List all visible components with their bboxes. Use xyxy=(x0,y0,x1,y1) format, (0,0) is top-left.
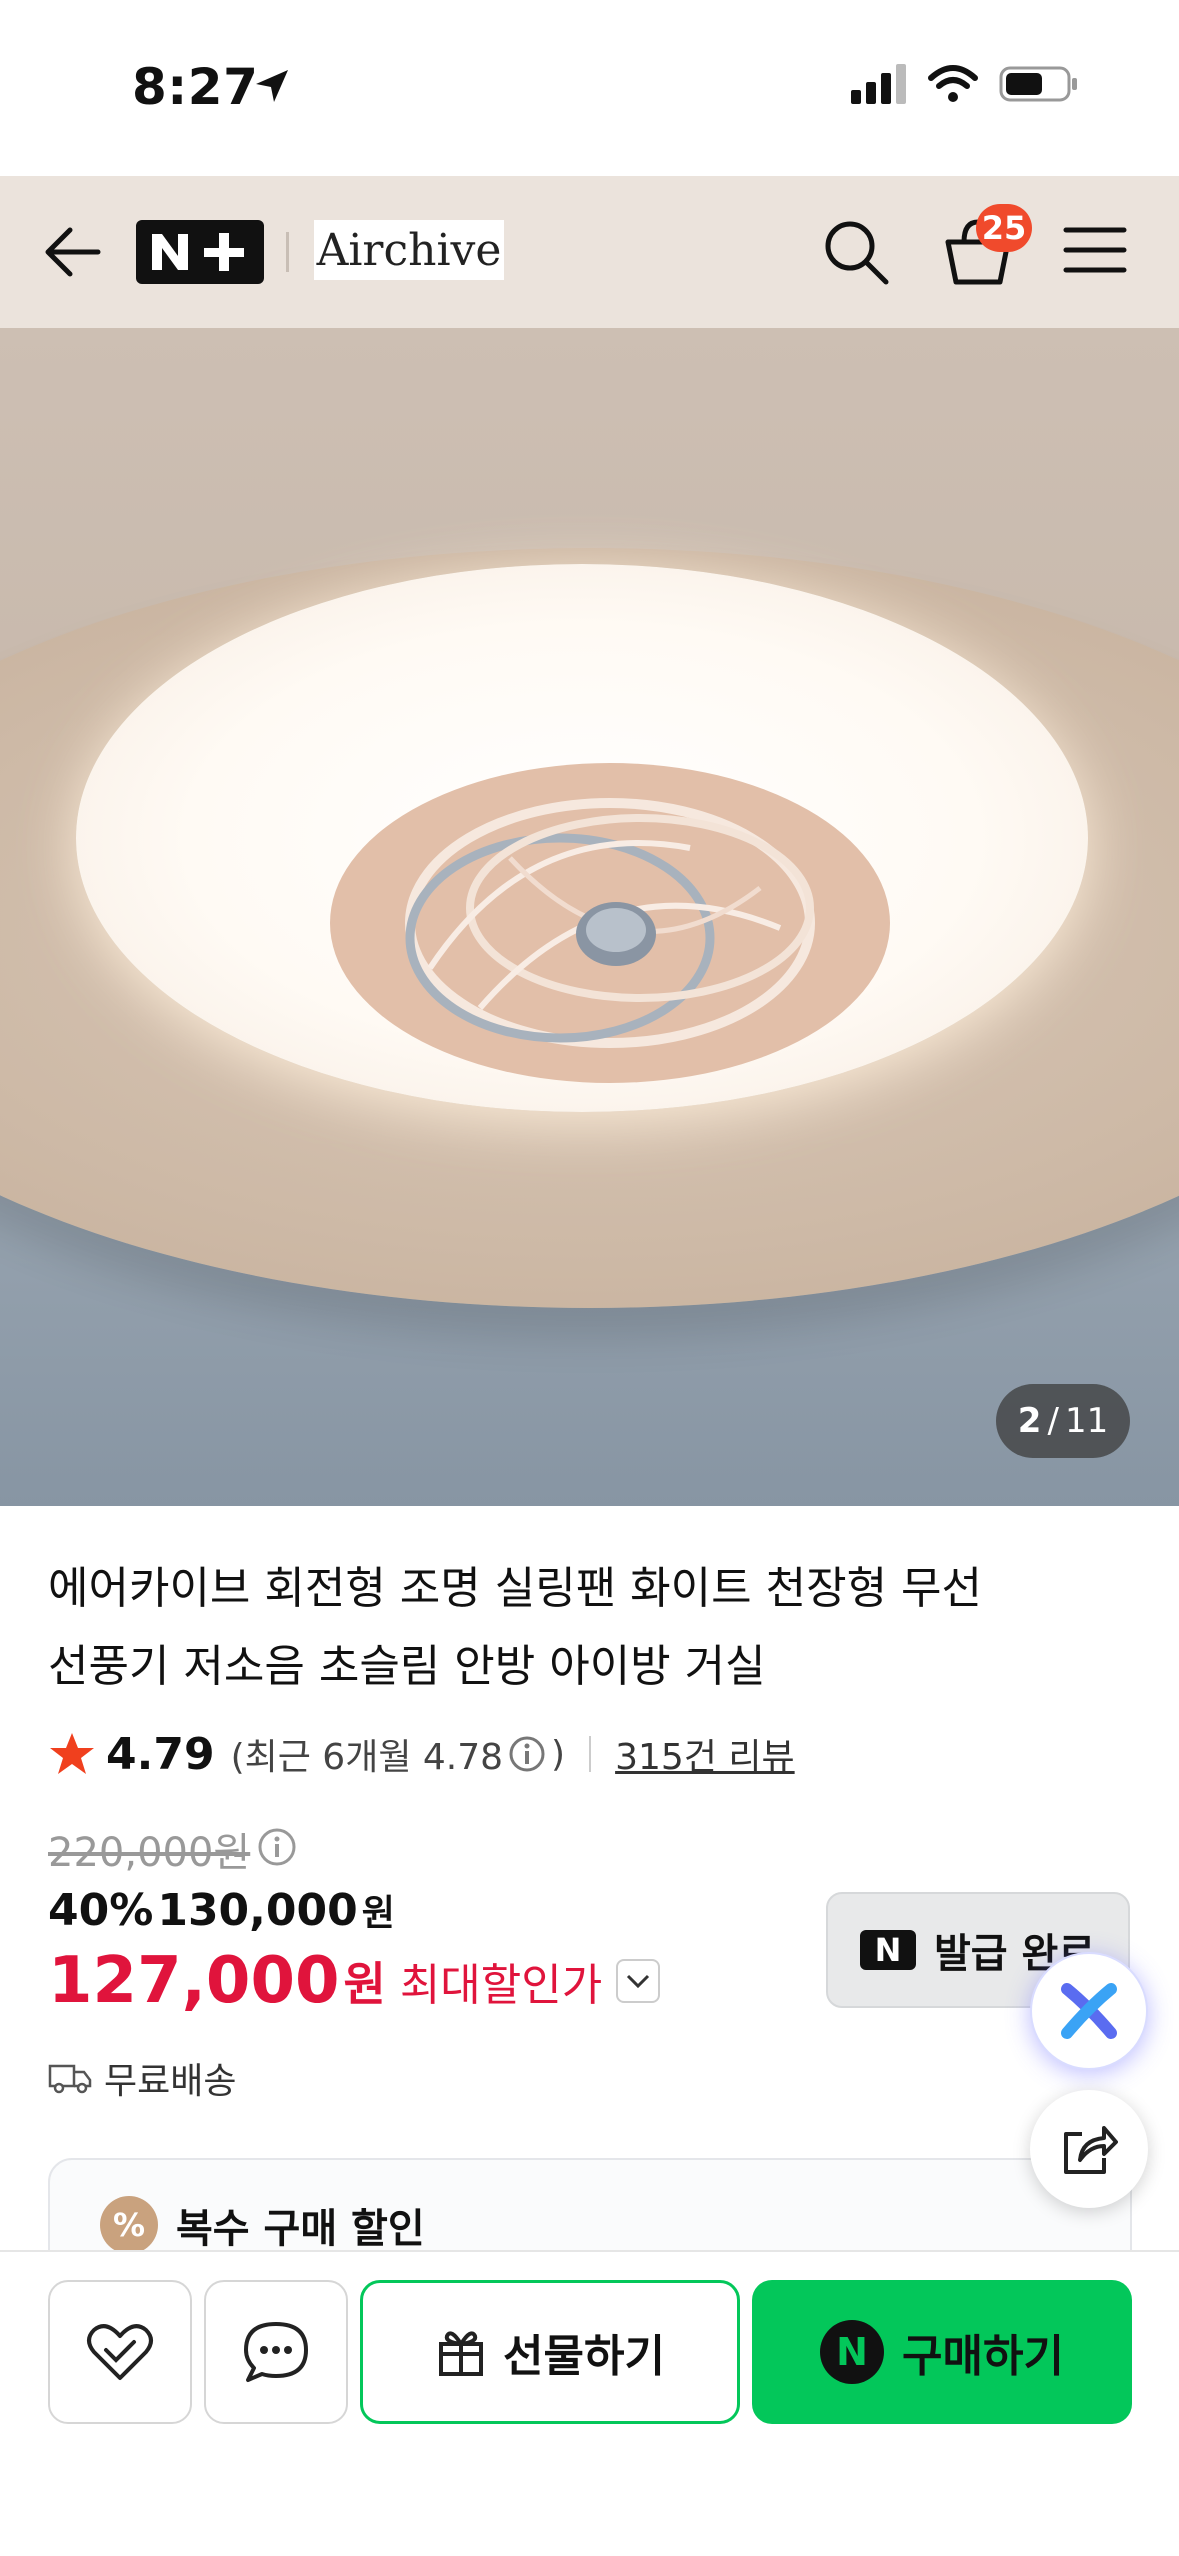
rating-recent-text: (최근 6개월 4.78 xyxy=(230,1737,504,1778)
logo-divider xyxy=(286,232,289,272)
star-icon xyxy=(50,1733,94,1774)
chevron-down-icon[interactable] xyxy=(616,1959,661,2003)
percent-badge-icon: % xyxy=(100,2196,158,2254)
rating-recent: (최근 6개월 4.78 ) xyxy=(231,1728,566,1780)
buy-label: 구매하기 xyxy=(902,2331,1064,2382)
status-bar: 8:27 xyxy=(0,0,1179,176)
max-discount-unit: 원 xyxy=(343,1957,386,2011)
max-discount-price: 127,000 xyxy=(48,1944,340,2018)
fan-blades-graphic xyxy=(330,763,890,1083)
shipping-label: 무료배송 xyxy=(104,2061,237,2102)
rating-value: 4.79 xyxy=(106,1728,215,1780)
menu-icon[interactable] xyxy=(1062,222,1128,278)
cellular-signal-icon xyxy=(851,64,906,104)
rating-divider xyxy=(589,1736,592,1772)
image-counter-separator: / xyxy=(1047,1401,1059,1441)
product-title: 에어카이브 회전형 조명 실링팬 화이트 천장형 무선 선풍기 저소음 초슬림 … xyxy=(48,1550,1128,1706)
search-icon[interactable] xyxy=(820,216,892,288)
status-time: 8:27 xyxy=(132,58,259,116)
back-arrow-icon[interactable] xyxy=(40,222,104,282)
gift-icon xyxy=(439,2331,484,2376)
ai-assistant-button[interactable] xyxy=(1030,1952,1148,2070)
sale-price-unit: 원 xyxy=(361,1893,395,1934)
image-counter-current: 2 xyxy=(1017,1401,1042,1441)
gift-label: 선물하기 xyxy=(503,2331,665,2382)
app-header: Airchive 25 xyxy=(0,176,1179,328)
sale-price: 130,000 xyxy=(157,1885,358,1936)
battery-icon xyxy=(999,66,1077,102)
shipping-info: 무료배송 xyxy=(48,2052,236,2104)
product-title-line2: 선풍기 저소음 초슬림 안방 아이방 거실 xyxy=(48,1641,766,1692)
wishlist-button[interactable] xyxy=(48,2280,192,2424)
image-counter: 2 / 11 xyxy=(996,1384,1130,1458)
naver-n-icon: N xyxy=(860,1930,916,1970)
n-plus-icon xyxy=(152,233,244,271)
price-info-icon[interactable] xyxy=(256,1826,298,1868)
max-discount-row[interactable]: 127,000 원 최대할인가 xyxy=(48,1944,661,2018)
share-button[interactable] xyxy=(1030,2090,1148,2208)
buy-button[interactable]: N 구매하기 xyxy=(752,2280,1132,2424)
heart-check-icon xyxy=(87,2324,153,2380)
multi-purchase-label: 복수 구매 할인 xyxy=(176,2206,425,2252)
product-title-line1: 에어카이브 회전형 조명 실링팬 화이트 천장형 무선 xyxy=(48,1563,982,1614)
review-count-link[interactable]: 315건 리뷰 xyxy=(615,1728,795,1780)
rating-recent-close: ) xyxy=(551,1733,566,1775)
brand-logo[interactable]: Airchive xyxy=(314,220,504,280)
multi-purchase-header: % 복수 구매 할인 xyxy=(100,2196,425,2254)
truck-icon xyxy=(48,2064,92,2094)
max-discount-label: 최대할인가 xyxy=(399,1960,603,2011)
product-image[interactable]: 2 / 11 xyxy=(0,328,1179,1506)
gift-button[interactable]: 선물하기 xyxy=(360,2280,740,2424)
cart-count-badge: 25 xyxy=(976,204,1032,252)
ai-sparkle-icon xyxy=(1061,1983,1117,2039)
location-arrow-icon xyxy=(256,70,288,102)
status-indicators xyxy=(851,64,1079,104)
image-counter-total: 11 xyxy=(1064,1401,1109,1441)
sale-price-row: 40% 130,000 원 xyxy=(48,1884,395,1936)
naver-pay-icon: N xyxy=(820,2320,885,2384)
rating-row: 4.79 (최근 6개월 4.78 ) 315건 리뷰 xyxy=(48,1724,795,1784)
chat-bubble-icon xyxy=(244,2322,308,2382)
original-price: 220,000원 xyxy=(48,1830,251,1876)
talk-button[interactable] xyxy=(204,2280,348,2424)
naver-plus-logo[interactable] xyxy=(136,220,264,284)
discount-percent: 40% xyxy=(48,1885,154,1936)
wifi-icon xyxy=(928,65,978,102)
info-icon[interactable] xyxy=(507,1734,547,1774)
share-icon xyxy=(1064,2126,1118,2174)
